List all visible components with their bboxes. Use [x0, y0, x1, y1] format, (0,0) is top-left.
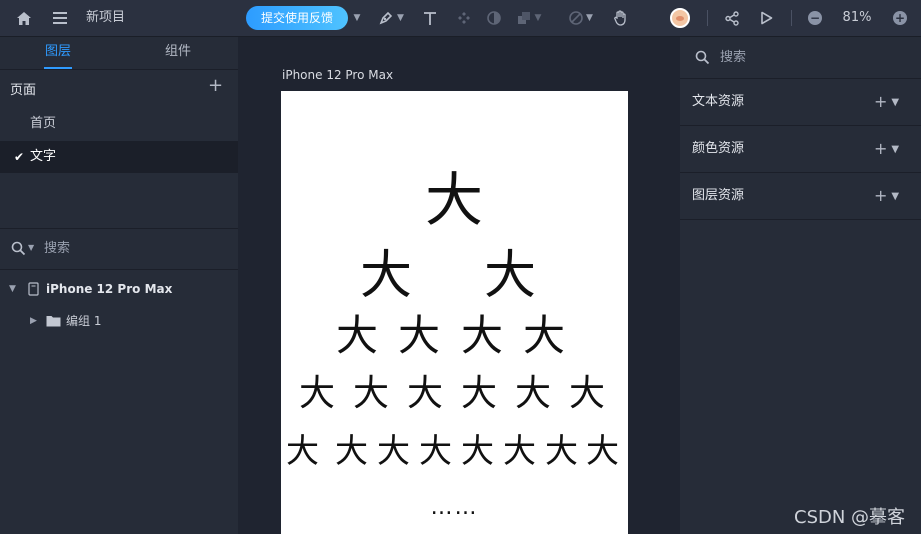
add-icon[interactable]: +: [874, 186, 887, 205]
text-glyph[interactable]: 大: [425, 171, 483, 229]
layer-item-label: 编组 1: [66, 314, 102, 328]
text-glyph[interactable]: 大: [545, 434, 578, 467]
chevron-down-icon[interactable]: ▼: [891, 191, 899, 202]
section-color-assets[interactable]: 颜色资源 + ▼: [680, 126, 921, 173]
section-label: 颜色资源: [692, 141, 745, 156]
layer-item-label: iPhone 12 Pro Max: [46, 282, 173, 296]
text-glyph[interactable]: 大: [569, 376, 605, 412]
divider: [0, 228, 238, 229]
right-panel: 搜索 文本资源 + ▼ 颜色资源 + ▼ 图层资源 + ▼: [680, 37, 921, 534]
page-item-label: 首页: [30, 116, 57, 131]
toolbar-divider: [791, 10, 792, 26]
tab-components[interactable]: 组件: [164, 37, 192, 69]
text-glyph[interactable]: 大: [360, 250, 412, 302]
page-item-text[interactable]: ✔ 文字: [0, 141, 238, 173]
text-glyph[interactable]: 大: [419, 434, 452, 467]
chevron-down-icon[interactable]: ▼: [891, 97, 899, 108]
text-glyph[interactable]: 大: [461, 315, 503, 357]
top-toolbar: 新项目 提交使用反馈 ▼ ▼ ▼ ▼ − 81% +: [0, 0, 921, 37]
chevron-down-icon[interactable]: ▼: [9, 273, 16, 305]
add-page-icon[interactable]: +: [208, 77, 223, 95]
artboard[interactable]: 大 大 大 大 大 大 大 大 大 大 大 大 大 大 大 大 大 大 大 大 …: [281, 91, 628, 534]
search-icon[interactable]: [695, 50, 710, 69]
page-item-label: 文字: [30, 149, 57, 164]
text-tool-icon[interactable]: [420, 0, 440, 36]
text-glyph[interactable]: 大: [523, 315, 565, 357]
folder-icon: [46, 315, 61, 327]
section-label: 文本资源: [692, 94, 745, 109]
text-glyph[interactable]: 大: [515, 376, 551, 412]
mask-icon[interactable]: [484, 0, 504, 36]
chevron-down-icon[interactable]: ▼: [891, 144, 899, 155]
zoom-in-icon[interactable]: +: [893, 11, 907, 25]
boolean-icon[interactable]: ▼: [512, 0, 546, 36]
artboard-label[interactable]: iPhone 12 Pro Max: [282, 68, 393, 82]
layer-item-group[interactable]: ▶ 编组 1: [0, 305, 238, 337]
disable-icon[interactable]: ▼: [564, 0, 598, 36]
text-glyph[interactable]: 大: [586, 434, 619, 467]
check-icon: ✔: [14, 150, 25, 164]
zoom-out-button[interactable]: −: [806, 0, 824, 36]
home-icon[interactable]: [12, 0, 36, 36]
text-glyph[interactable]: 大: [377, 434, 410, 467]
menu-icon[interactable]: [48, 0, 72, 36]
asset-search-input[interactable]: 搜索: [720, 37, 746, 78]
panel-tabs: 图层 组件: [0, 37, 238, 70]
text-glyph[interactable]: 大: [461, 376, 497, 412]
design-canvas[interactable]: iPhone 12 Pro Max 大 大 大 大 大 大 大 大 大 大 大 …: [238, 37, 680, 534]
artboard-icon: [28, 282, 39, 296]
pen-icon[interactable]: ▼: [374, 0, 408, 36]
text-glyph[interactable]: 大: [407, 376, 443, 412]
left-panel: 图层 组件 页面 + 首页 ✔ 文字 ▼ 搜索 ▼ iPhone 12 Pro …: [0, 37, 238, 534]
text-glyph[interactable]: 大: [299, 376, 335, 412]
section-text-assets[interactable]: 文本资源 + ▼: [680, 79, 921, 126]
add-icon[interactable]: +: [874, 92, 887, 111]
watermark: CSDN @摹客: [794, 507, 906, 528]
project-title[interactable]: 新项目: [86, 0, 125, 36]
avatar-wrap[interactable]: [669, 0, 691, 36]
pages-heading: 页面: [10, 83, 37, 98]
layer-item-artboard[interactable]: ▼ iPhone 12 Pro Max: [0, 273, 238, 305]
ellipsis-text[interactable]: ……: [281, 497, 628, 519]
play-icon[interactable]: [756, 0, 776, 36]
add-icon[interactable]: +: [874, 139, 887, 158]
component-icon[interactable]: [454, 0, 474, 36]
page-item-home[interactable]: 首页: [0, 108, 238, 140]
section-layer-assets[interactable]: 图层资源 + ▼: [680, 173, 921, 220]
text-glyph[interactable]: 大: [461, 434, 494, 467]
layer-search-input[interactable]: 搜索: [44, 230, 70, 268]
chevron-right-icon[interactable]: ▶: [30, 305, 37, 337]
zoom-in-button[interactable]: +: [891, 0, 909, 36]
text-glyph[interactable]: 大: [335, 434, 368, 467]
text-glyph[interactable]: 大: [484, 250, 536, 302]
avatar[interactable]: [670, 8, 690, 28]
zoom-out-icon[interactable]: −: [808, 11, 822, 25]
chevron-down-icon[interactable]: ▼: [28, 243, 34, 252]
layer-search[interactable]: ▼ 搜索: [0, 230, 238, 268]
toolbar-divider: [707, 10, 708, 26]
tab-layers[interactable]: 图层: [44, 37, 72, 69]
share-icon[interactable]: [722, 0, 742, 36]
text-glyph[interactable]: 大: [286, 434, 319, 467]
zoom-level[interactable]: 81%: [832, 0, 882, 36]
section-label: 图层资源: [692, 188, 745, 203]
text-glyph[interactable]: 大: [353, 376, 389, 412]
asset-search[interactable]: 搜索: [680, 37, 921, 79]
chevron-down-icon[interactable]: ▼: [350, 0, 364, 36]
divider: [0, 269, 238, 270]
text-glyph[interactable]: 大: [503, 434, 536, 467]
search-icon[interactable]: [11, 241, 26, 260]
text-glyph[interactable]: 大: [336, 315, 378, 357]
feedback-button[interactable]: 提交使用反馈: [246, 6, 348, 30]
hand-icon[interactable]: [610, 0, 630, 36]
text-glyph[interactable]: 大: [398, 315, 440, 357]
